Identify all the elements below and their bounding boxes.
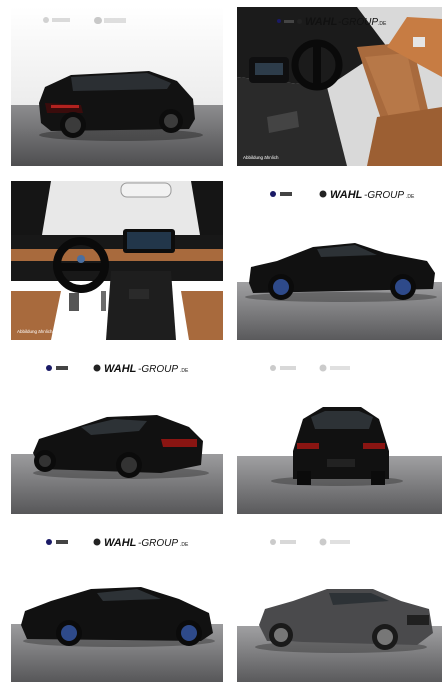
gallery-tile-touring-rear[interactable] — [11, 7, 223, 166]
svg-text:.DE: .DE — [180, 368, 189, 374]
dealer-brand-text: WAHL — [104, 363, 137, 375]
gallery-tile-hatch-rear[interactable] — [237, 355, 442, 514]
svg-text:.DE: .DE — [406, 194, 415, 200]
svg-text:.DE: .DE — [180, 542, 189, 548]
disclaimer-caption: Abbildung ähnlich — [243, 155, 279, 160]
gallery-tile-interior-dashboard[interactable]: Abbildung ähnlich — [11, 181, 223, 340]
gallery-tile-coupe-side[interactable]: WAHL -GROUP .DE — [237, 181, 442, 340]
disclaimer-caption: Abbildung ähnlich — [17, 329, 53, 334]
svg-text:-GROUP: -GROUP — [364, 190, 404, 201]
gallery-tile-interior-seats[interactable]: WAHL -GROUP .DE Abbildung ähnlich — [237, 7, 442, 166]
svg-text:-GROUP: -GROUP — [338, 17, 378, 28]
svg-text:.DE: .DE — [378, 21, 387, 27]
gallery-tile-coupe-rear[interactable]: WAHL -GROUP .DE — [11, 355, 223, 514]
gallery-tile-sedan-front[interactable] — [237, 529, 442, 682]
dealer-brand-text: WAHL — [330, 189, 363, 201]
svg-text:-GROUP: -GROUP — [138, 364, 178, 375]
dealer-brand-text: WAHL — [104, 537, 137, 549]
gallery-tile-coupe-front[interactable]: WAHL -GROUP .DE — [11, 529, 223, 682]
svg-text:-GROUP: -GROUP — [138, 538, 178, 549]
dealer-brand-text: WAHL — [305, 16, 338, 28]
